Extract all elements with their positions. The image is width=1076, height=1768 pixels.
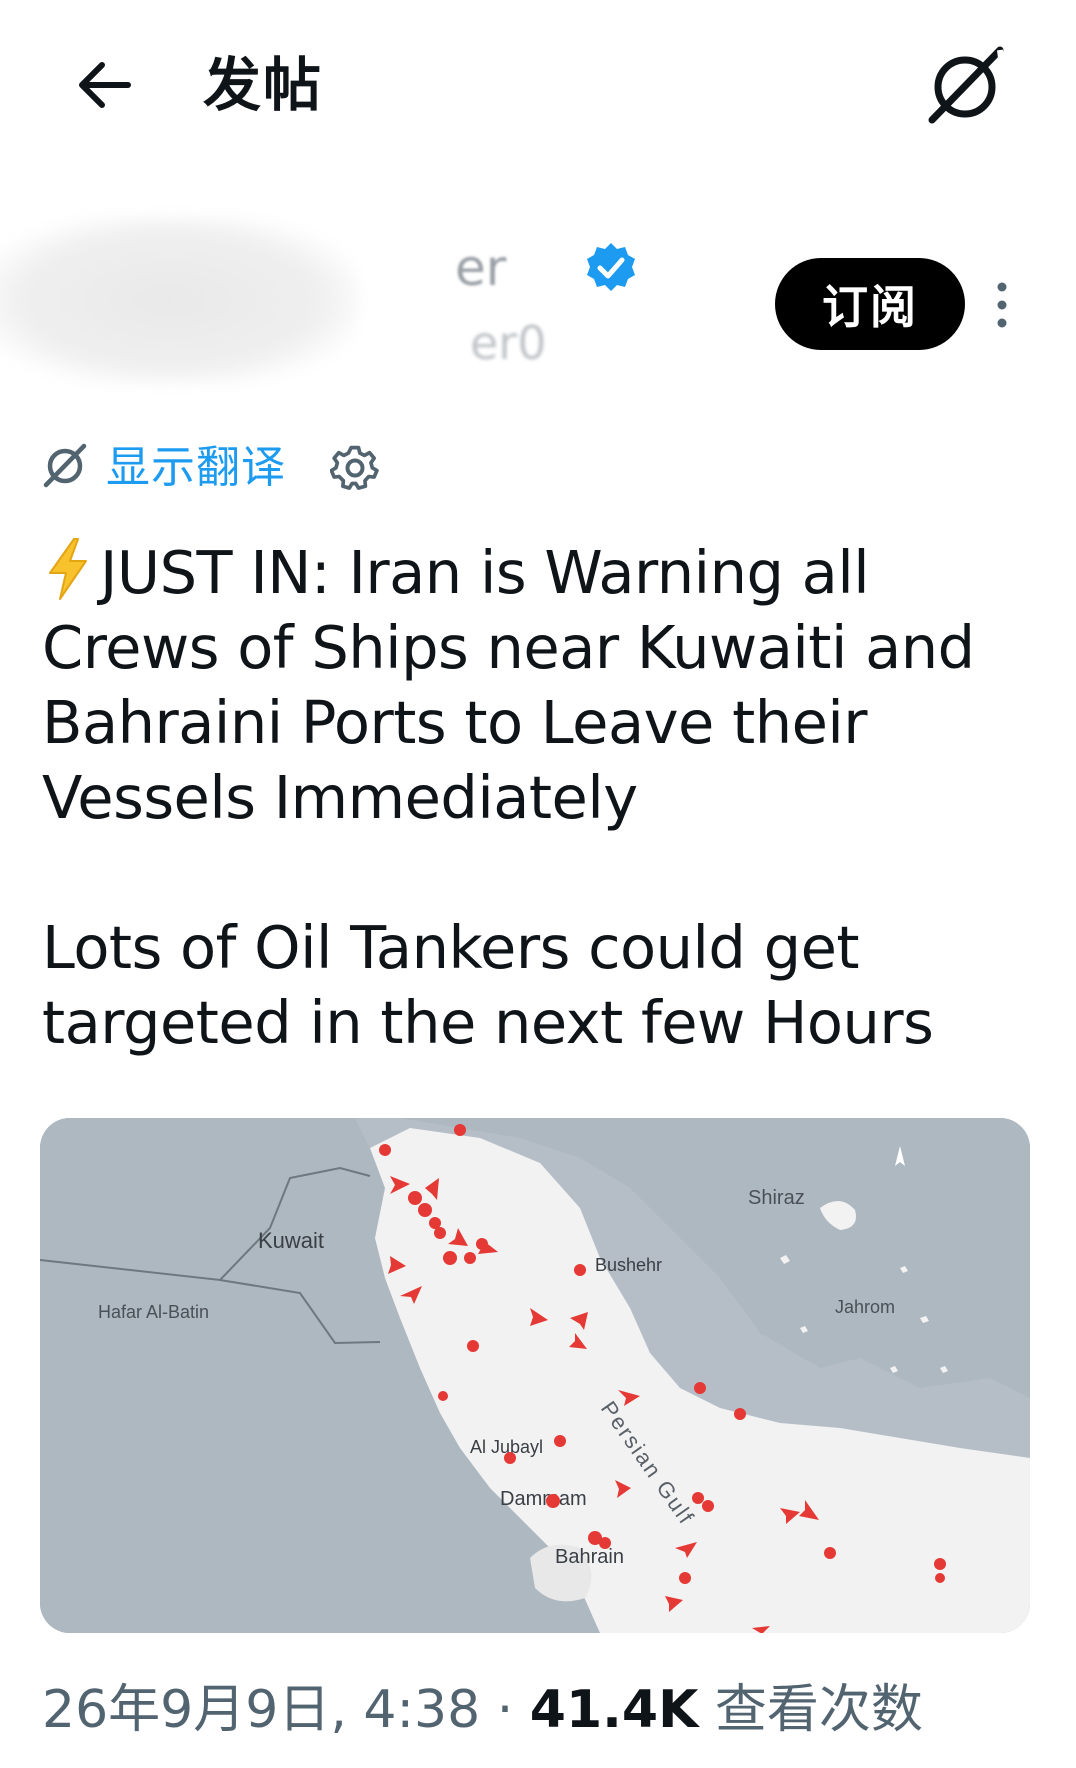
post-text: JUST IN: Iran is Warning all Crews of Sh… bbox=[42, 535, 1042, 1060]
grok-translate-icon bbox=[40, 440, 90, 490]
subscribe-button[interactable]: 订阅 bbox=[775, 258, 965, 350]
map-image[interactable]: Kuwait Hafar Al-Batin Shiraz Bushehr Jah… bbox=[40, 1118, 1030, 1633]
translation-settings-button[interactable] bbox=[329, 443, 380, 493]
map-label-dammam: Dammam bbox=[500, 1488, 587, 1510]
meta-separator: · bbox=[496, 1680, 514, 1740]
map-label-hafar: Hafar Al-Batin bbox=[98, 1302, 209, 1322]
map-label-jahrom: Jahrom bbox=[835, 1297, 895, 1317]
map-label-bushehr: Bushehr bbox=[595, 1255, 662, 1275]
gear-icon bbox=[329, 445, 379, 490]
show-translation-link[interactable]: 显示翻译 bbox=[106, 440, 286, 496]
post-paragraph-2: Lots of Oil Tankers could get targeted i… bbox=[42, 913, 934, 1057]
grok-icon bbox=[928, 46, 1005, 124]
back-button[interactable] bbox=[70, 50, 140, 120]
verified-badge-icon bbox=[585, 241, 637, 293]
post-meta: 26年9月9日, 4:38 · 41.4K 查看次数 bbox=[42, 1675, 923, 1745]
map-label-shiraz: Shiraz bbox=[748, 1187, 805, 1209]
more-options-button[interactable] bbox=[990, 280, 1014, 330]
author-handle[interactable]: er0 bbox=[470, 315, 546, 371]
grok-button[interactable] bbox=[920, 40, 1010, 130]
more-vertical-icon bbox=[997, 282, 1007, 328]
map-label-bahrain: Bahrain bbox=[555, 1546, 624, 1568]
lightning-icon bbox=[42, 537, 94, 601]
map-label-kuwait: Kuwait bbox=[258, 1228, 324, 1253]
post-date: 26年9月9日, bbox=[42, 1680, 347, 1740]
page-title: 发帖 bbox=[203, 51, 324, 119]
avatar[interactable] bbox=[0, 215, 360, 385]
author-name[interactable]: er bbox=[455, 238, 506, 298]
post-paragraph-1: JUST IN: Iran is Warning all Crews of Sh… bbox=[42, 537, 975, 832]
views-count[interactable]: 41.4K bbox=[530, 1680, 699, 1740]
arrow-left-icon bbox=[79, 62, 131, 108]
views-label[interactable]: 查看次数 bbox=[715, 1680, 923, 1740]
post-time: 4:38 bbox=[363, 1680, 481, 1740]
